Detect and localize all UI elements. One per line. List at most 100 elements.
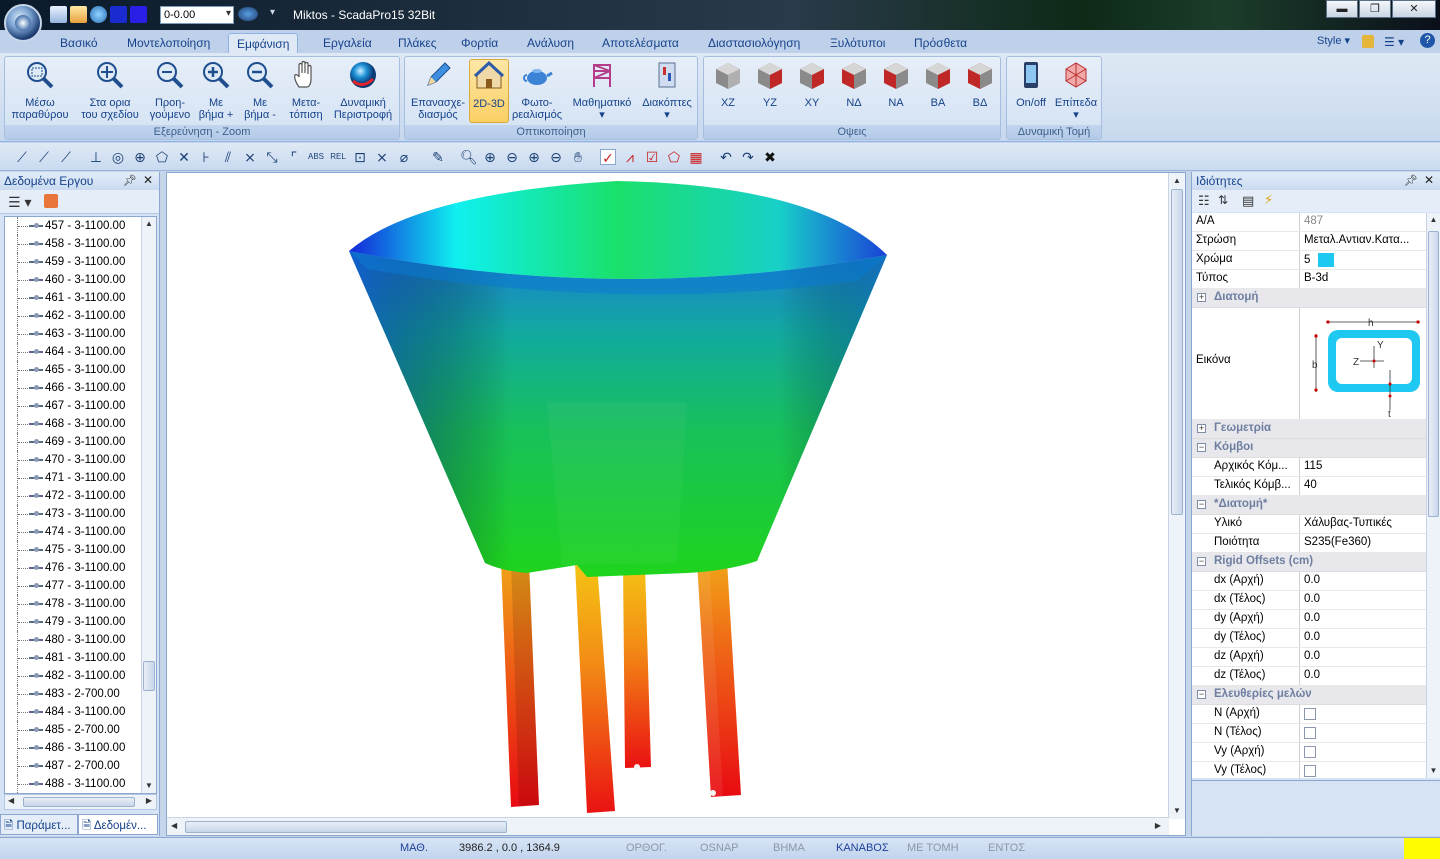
pen-tool-icon[interactable]: ✎ bbox=[430, 149, 446, 165]
tree-item[interactable]: 461 - 3-1100.00 bbox=[5, 289, 156, 307]
tree-item[interactable]: 459 - 3-1100.00 bbox=[5, 253, 156, 271]
corner-tool-icon[interactable]: ⌜ bbox=[286, 149, 302, 165]
tree-item[interactable]: 478 - 3-1100.00 bbox=[5, 595, 156, 613]
tree-item[interactable]: 465 - 3-1100.00 bbox=[5, 361, 156, 379]
prop-row-material[interactable]: Υλικό Χάλυβας-Τυπικές bbox=[1192, 515, 1426, 534]
release-checkbox[interactable] bbox=[1304, 708, 1316, 720]
release-checkbox[interactable] bbox=[1304, 727, 1316, 739]
zoom-window-small-icon[interactable]: 🔍︎ bbox=[460, 149, 478, 165]
tab-basic[interactable]: Βασικό bbox=[52, 33, 106, 53]
zoom-prev-small-icon[interactable]: ⊖ bbox=[504, 149, 520, 165]
category-geometry[interactable]: + Γεωμετρία bbox=[1192, 420, 1426, 439]
prop-row-dx-end[interactable]: dx (Τέλος) 0.0 bbox=[1192, 591, 1426, 610]
prop-row-layer[interactable]: Στρώση Μεταλ.Αντιαν.Κατα... bbox=[1192, 232, 1426, 251]
tab-view[interactable]: Εμφάνιση bbox=[228, 33, 299, 53]
help-icon[interactable]: ? bbox=[1420, 33, 1435, 48]
extend-tool-icon[interactable]: ⟋ bbox=[58, 149, 74, 165]
tree-item[interactable]: 468 - 3-1100.00 bbox=[5, 415, 156, 433]
release-checkbox[interactable] bbox=[1304, 765, 1316, 777]
properties-close-icon[interactable]: ✕ bbox=[1424, 173, 1434, 187]
tree-item[interactable]: 475 - 3-1100.00 bbox=[5, 541, 156, 559]
undo-icon[interactable]: ↶ bbox=[718, 149, 734, 165]
check-tool-icon[interactable]: ✓ bbox=[600, 149, 616, 166]
tab-modeling[interactable]: Μοντελοποίηση bbox=[119, 33, 218, 53]
viewport-vertical-scrollbar[interactable]: ▲ ▼ bbox=[1168, 173, 1185, 819]
tree-item[interactable]: 460 - 3-1100.00 bbox=[5, 271, 156, 289]
props-scroll-down-icon[interactable]: ▼ bbox=[1427, 764, 1440, 778]
tree-item[interactable]: 467 - 3-1100.00 bbox=[5, 397, 156, 415]
endpoint-tool-icon[interactable]: ⊦ bbox=[198, 149, 214, 165]
layers-icon[interactable] bbox=[110, 6, 127, 23]
eye-icon[interactable] bbox=[238, 7, 258, 21]
globe-icon[interactable] bbox=[90, 6, 107, 23]
prop-value[interactable]: 0.0 bbox=[1300, 648, 1426, 666]
tab-formwork[interactable]: Ξυλότυποι bbox=[822, 33, 893, 53]
tree-vertical-scrollbar[interactable]: ▲ ▼ bbox=[141, 217, 156, 793]
prop-row-n-start[interactable]: N (Αρχή) bbox=[1192, 705, 1426, 724]
vp-hscroll-thumb[interactable] bbox=[185, 821, 507, 833]
prop-row-end-node[interactable]: Τελικός Κόμβ... 40 bbox=[1192, 477, 1426, 496]
snap-tool-icon[interactable]: ⤡ bbox=[264, 149, 280, 165]
view-2-button[interactable]: XY bbox=[792, 59, 832, 109]
tree-item[interactable]: 485 - 2-700.00 bbox=[5, 721, 156, 739]
collapse-icon[interactable]: − bbox=[1197, 500, 1206, 509]
tab-analysis[interactable]: Ανάλυση bbox=[519, 33, 582, 53]
restore-button[interactable]: ❐ bbox=[1359, 0, 1391, 18]
prop-value[interactable]: 0.0 bbox=[1300, 667, 1426, 685]
line-tool-icon[interactable]: ⟋ bbox=[14, 149, 30, 165]
tree-item[interactable]: 481 - 3-1100.00 bbox=[5, 649, 156, 667]
release-checkbox[interactable] bbox=[1304, 746, 1316, 758]
prop-row-vy-start[interactable]: Vy (Αρχή) bbox=[1192, 743, 1426, 762]
scroll-left-arrow-icon[interactable]: ◀ bbox=[8, 796, 14, 805]
tab-results[interactable]: Αποτελέσματα bbox=[594, 33, 687, 53]
section-planes-button[interactable]: Επίπεδα ▾ bbox=[1053, 59, 1099, 121]
tab-project-data[interactable]: 🗎︎ Δεδομέν... bbox=[78, 814, 158, 835]
tab-slabs[interactable]: Πλάκες bbox=[390, 33, 445, 53]
properties-pin-icon[interactable]: 📌︎ bbox=[1404, 174, 1418, 187]
intersect-tool-icon[interactable]: ✕ bbox=[176, 149, 192, 165]
status-step[interactable]: ΒΗΜΑ bbox=[773, 842, 805, 854]
tree-item[interactable]: 462 - 3-1100.00 bbox=[5, 307, 156, 325]
check-line-tool-icon[interactable]: ⩘ bbox=[622, 149, 638, 165]
events-icon[interactable]: ⚡ bbox=[1264, 192, 1273, 208]
tree-item[interactable]: 480 - 3-1100.00 bbox=[5, 631, 156, 649]
view-1-button[interactable]: YZ bbox=[750, 59, 790, 109]
tree-item[interactable]: 473 - 3-1100.00 bbox=[5, 505, 156, 523]
tree-item[interactable]: 488 - 3-1100.00 bbox=[5, 775, 156, 793]
redo-icon[interactable]: ↷ bbox=[740, 149, 756, 165]
tree-horizontal-scrollbar[interactable]: ◀ ▶ bbox=[4, 794, 157, 810]
category-section-2[interactable]: − *Διατομή* bbox=[1192, 496, 1426, 515]
tab-design[interactable]: Διαστασιολόγηση bbox=[700, 33, 808, 53]
abs-tool-icon[interactable]: ABS bbox=[308, 149, 324, 165]
viewport-horizontal-scrollbar[interactable]: ◀ ▶ bbox=[167, 817, 1169, 835]
category-nodes[interactable]: − Κόμβοι bbox=[1192, 439, 1426, 458]
status-with-section[interactable]: ΜΕ ΤΟΜΗ bbox=[907, 842, 959, 854]
tree-item[interactable]: 486 - 3-1100.00 bbox=[5, 739, 156, 757]
close-button[interactable]: ✕ bbox=[1392, 0, 1436, 18]
tree-item[interactable]: 458 - 3-1100.00 bbox=[5, 235, 156, 253]
zoom-out-small-icon[interactable]: ⊖ bbox=[548, 149, 564, 165]
zoom-previous-button[interactable]: Προη- γούμενο bbox=[145, 59, 195, 121]
tab-tools[interactable]: Εργαλεία bbox=[315, 33, 380, 53]
properties-vertical-scrollbar[interactable]: ▲ ▼ bbox=[1426, 213, 1440, 778]
new-file-icon[interactable] bbox=[50, 6, 67, 23]
prop-row-vy-end[interactable]: Vy (Τέλος) bbox=[1192, 762, 1426, 778]
vp-vscroll-thumb[interactable] bbox=[1171, 189, 1183, 515]
scroll-down-arrow-icon[interactable]: ▼ bbox=[142, 779, 156, 793]
category-section[interactable]: + Διατομή bbox=[1192, 289, 1426, 308]
zoom-window-button[interactable]: Μέσω παραθύρου bbox=[7, 59, 73, 121]
rel-tool-icon[interactable]: REL bbox=[330, 149, 346, 165]
tree-view-icon[interactable]: ☰ ▾ bbox=[8, 194, 31, 211]
status-ortho[interactable]: ΟΡΘΟΓ. bbox=[626, 842, 667, 854]
tab-parameters[interactable]: 🗎︎ Παράμετ... bbox=[0, 814, 78, 835]
view-3-button[interactable]: ΝΔ bbox=[834, 59, 874, 109]
prop-value[interactable]: 0.0 bbox=[1300, 610, 1426, 628]
collapse-icon[interactable]: − bbox=[1197, 557, 1206, 566]
math-model-button[interactable]: Μαθηματικό ▾ bbox=[565, 59, 639, 121]
prop-value[interactable]: 0.0 bbox=[1300, 572, 1426, 590]
menu-icon[interactable]: ☰ ▾ bbox=[1384, 35, 1404, 49]
cross-tool-icon[interactable]: ⨯ bbox=[242, 149, 258, 165]
clip-tool-icon[interactable]: ⌀ bbox=[396, 149, 412, 165]
scroll-right-arrow-icon[interactable]: ▶ bbox=[146, 796, 152, 805]
view-4-button[interactable]: ΝΑ bbox=[876, 59, 916, 109]
